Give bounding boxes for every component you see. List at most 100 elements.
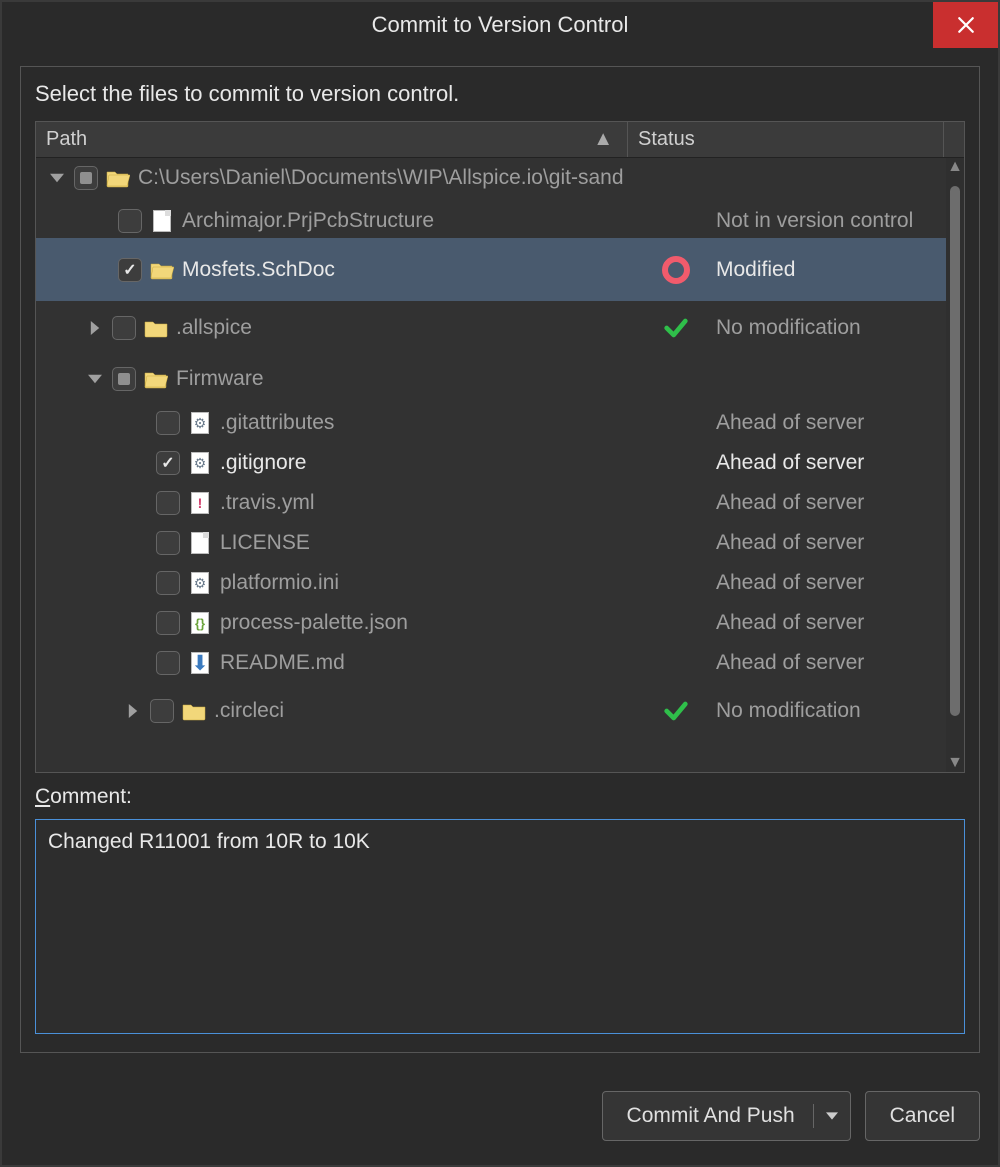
dialog-window: Commit to Version Control Select the fil… — [0, 0, 1000, 1167]
gear-file-icon: ⚙ — [188, 453, 212, 473]
tree-body: C:\Users\Daniel\Documents\WIP\Allspice.i… — [36, 158, 964, 772]
file-icon — [150, 211, 174, 231]
file-tree-panel: Path ▲ Status — [35, 121, 965, 773]
status-label: Ahead of server — [716, 411, 964, 435]
column-header-path[interactable]: Path ▲ — [36, 122, 628, 157]
status-label: Not in version control — [716, 209, 964, 233]
content: Select the files to commit to version co… — [2, 48, 998, 1071]
checkbox[interactable] — [118, 209, 142, 233]
checkbox[interactable] — [156, 611, 180, 635]
yaml-file-icon: ! — [188, 493, 212, 513]
tree-item-label: .allspice — [176, 316, 252, 340]
expand-toggle[interactable] — [124, 702, 142, 720]
comment-accel: C — [35, 785, 50, 808]
commit-dropdown-toggle[interactable] — [814, 1110, 850, 1122]
tree-item-label: platformio.ini — [220, 571, 339, 595]
chevron-down-icon — [88, 372, 102, 386]
gear-file-icon: ⚙ — [188, 413, 212, 433]
tree-item-label: .circleci — [214, 699, 284, 723]
scrollbar[interactable]: ▲ ▼ — [946, 158, 964, 772]
column-header-path-label: Path — [46, 128, 87, 151]
tree-row[interactable]: ⚙ platformio.ini Ahead of server — [36, 563, 964, 603]
checkbox[interactable] — [156, 491, 180, 515]
close-button[interactable] — [933, 2, 998, 48]
markdown-file-icon: ⬇ — [188, 653, 212, 673]
scroll-down-icon[interactable]: ▼ — [946, 754, 964, 772]
comment-label-rest: omment: — [50, 785, 132, 808]
folder-open-icon — [144, 369, 168, 389]
sort-ascending-icon: ▲ — [593, 128, 613, 151]
tree-item-label: Mosfets.SchDoc — [182, 258, 335, 282]
tree-header: Path ▲ Status — [36, 122, 964, 158]
status-label: Modified — [716, 258, 964, 282]
expand-toggle[interactable] — [48, 169, 66, 187]
titlebar: Commit to Version Control — [2, 2, 998, 48]
checkbox[interactable] — [118, 258, 142, 282]
tree-row[interactable]: ⚙ .gitignore Ahead of server — [36, 443, 964, 483]
expand-toggle[interactable] — [86, 319, 104, 337]
tree-row[interactable]: {} process-palette.json Ahead of server — [36, 603, 964, 643]
checkbox[interactable] — [112, 367, 136, 391]
tree-item-label: Firmware — [176, 367, 264, 391]
checkbox[interactable] — [156, 451, 180, 475]
tree-item-label: README.md — [220, 651, 345, 675]
commit-button-label: Commit And Push — [627, 1104, 795, 1128]
status-label: Ahead of server — [716, 491, 964, 515]
tree-item-label: .gitignore — [220, 451, 306, 475]
scrollbar-thumb[interactable] — [950, 186, 960, 716]
tree-row[interactable]: .allspice No modification — [36, 301, 964, 355]
tree-row[interactable]: ! .travis.yml Ahead of server — [36, 483, 964, 523]
main-frame: Select the files to commit to version co… — [20, 66, 980, 1053]
status-modified-icon — [636, 256, 716, 284]
checkbox[interactable] — [156, 531, 180, 555]
comment-label: Comment: — [35, 785, 965, 809]
tree-item-label: Archimajor.PrjPcbStructure — [182, 209, 434, 233]
tree-row[interactable]: ⬇ README.md Ahead of server — [36, 643, 964, 683]
chevron-right-icon — [126, 704, 140, 718]
status-ok-icon — [636, 314, 716, 342]
folder-icon — [182, 701, 206, 721]
tree-row[interactable]: Archimajor.PrjPcbStructure Not in versio… — [36, 198, 964, 238]
file-icon — [188, 533, 212, 553]
window-title: Commit to Version Control — [372, 12, 629, 38]
cancel-button[interactable]: Cancel — [865, 1091, 980, 1141]
chevron-down-icon — [50, 171, 64, 185]
tree-item-label: .travis.yml — [220, 491, 315, 515]
status-label: No modification — [716, 699, 964, 723]
tree-item-label: LICENSE — [220, 531, 310, 555]
close-icon — [957, 16, 975, 34]
tree-row-selected[interactable]: Mosfets.SchDoc Modified — [36, 238, 964, 301]
cancel-button-label: Cancel — [890, 1104, 955, 1128]
status-label: No modification — [716, 316, 964, 340]
tree-row[interactable]: .circleci No modification — [36, 683, 964, 739]
checkbox[interactable] — [156, 411, 180, 435]
status-label: Ahead of server — [716, 451, 964, 475]
status-label: Ahead of server — [716, 571, 964, 595]
folder-open-icon — [106, 168, 130, 188]
scroll-up-icon[interactable]: ▲ — [946, 158, 964, 176]
checkbox[interactable] — [156, 571, 180, 595]
comment-input[interactable] — [35, 819, 965, 1034]
status-label: Ahead of server — [716, 531, 964, 555]
status-ok-icon — [636, 697, 716, 725]
tree-row[interactable]: LICENSE Ahead of server — [36, 523, 964, 563]
checkbox[interactable] — [74, 166, 98, 190]
tree-row[interactable]: ⚙ .gitattributes Ahead of server — [36, 403, 964, 443]
tree-item-label: .gitattributes — [220, 411, 334, 435]
instruction-label: Select the files to commit to version co… — [35, 81, 965, 107]
commit-and-push-button[interactable]: Commit And Push — [602, 1091, 851, 1141]
status-label: Ahead of server — [716, 651, 964, 675]
button-bar: Commit And Push Cancel — [2, 1071, 998, 1165]
tree-item-label: process-palette.json — [220, 611, 408, 635]
chevron-down-icon — [826, 1110, 838, 1122]
checkbox[interactable] — [156, 651, 180, 675]
chevron-right-icon — [88, 321, 102, 335]
tree-row-firmware[interactable]: Firmware — [36, 355, 964, 403]
column-header-end — [944, 122, 964, 157]
gear-file-icon: ⚙ — [188, 573, 212, 593]
checkbox[interactable] — [150, 699, 174, 723]
column-header-status[interactable]: Status — [628, 122, 944, 157]
tree-row-root[interactable]: C:\Users\Daniel\Documents\WIP\Allspice.i… — [36, 158, 964, 198]
checkbox[interactable] — [112, 316, 136, 340]
expand-toggle[interactable] — [86, 370, 104, 388]
